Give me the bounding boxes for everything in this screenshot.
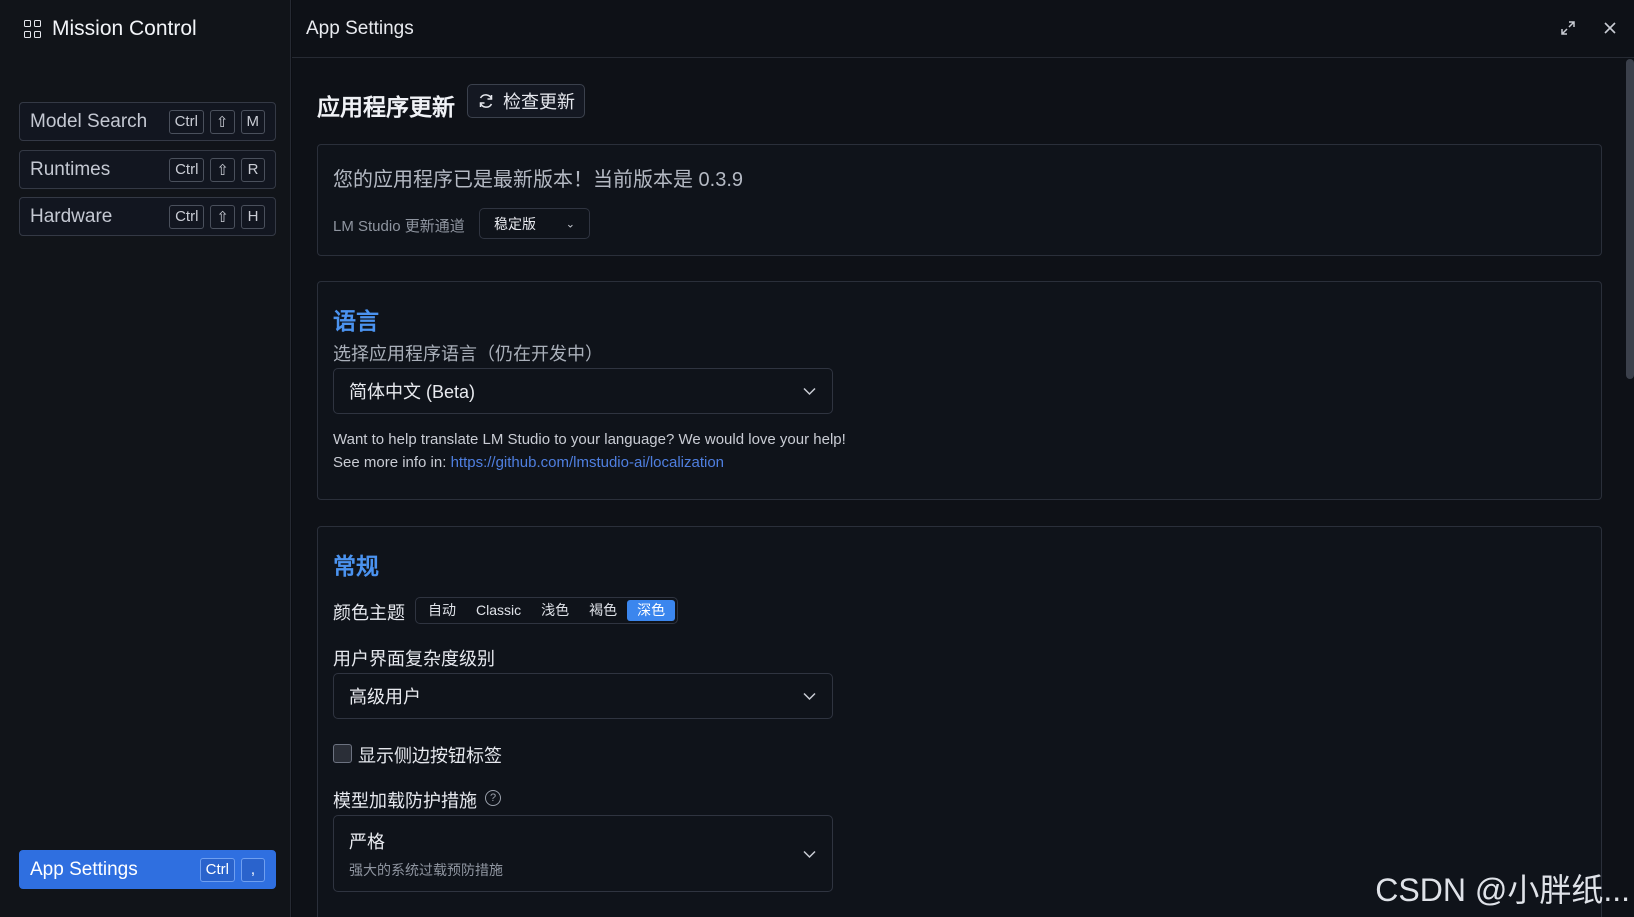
kbd-key: Ctrl — [168, 109, 204, 134]
kbd-key: Ctrl — [199, 857, 235, 882]
grid-icon — [24, 20, 42, 38]
check-update-label: 检查更新 — [503, 92, 575, 112]
translate-help-prefix-text: See more info in: — [333, 454, 451, 471]
translate-help-prefix: See more info in: https://github.com/lms… — [333, 454, 724, 471]
sidebar-item-hardware[interactable]: Hardware Ctrl ⇧ H — [19, 197, 276, 236]
refresh-icon — [479, 94, 493, 108]
language-select[interactable]: 简体中文 (Beta) — [333, 368, 833, 414]
update-status: 您的应用程序已是最新版本！当前版本是 0.3.9 — [333, 169, 744, 191]
chevron-down-icon — [803, 689, 816, 704]
kbd-key: , — [241, 857, 265, 882]
theme-option-sepia[interactable]: 褐色 — [579, 600, 627, 621]
translate-help-text: Want to help translate LM Studio to your… — [333, 431, 846, 448]
general-card: 常规 颜色主题 自动 Classic 浅色 褐色 深色 用户界面复杂度级别 高级… — [317, 526, 1602, 917]
kbd-key: H — [241, 204, 265, 229]
chevron-down-icon — [803, 384, 816, 399]
settings-panel: App Settings 应用程序更新 检查更新 您的应用程序已是最新版本！当前… — [292, 0, 1634, 917]
ui-level-select[interactable]: 高级用户 — [333, 673, 833, 719]
update-card: 您的应用程序已是最新版本！当前版本是 0.3.9 LM Studio 更新通道 … — [317, 144, 1602, 256]
guardrails-label: 模型加载防护措施 — [333, 791, 477, 811]
language-card: 语言 选择应用程序语言（仍在开发中） 简体中文 (Beta) Want to h… — [317, 281, 1602, 500]
sidebar-item-label: Model Search — [30, 110, 148, 132]
theme-option-dark[interactable]: 深色 — [627, 600, 676, 621]
expand-icon[interactable] — [1558, 18, 1578, 38]
chevron-down-icon — [803, 846, 816, 861]
sidebar-item-runtimes[interactable]: Runtimes Ctrl ⇧ R — [19, 150, 276, 189]
watermark: CSDN @小胖纸... — [1375, 872, 1630, 908]
guardrails-value: 严格 — [349, 831, 385, 852]
update-heading: 应用程序更新 — [317, 94, 455, 120]
kbd-key: M — [240, 109, 265, 134]
language-value: 简体中文 (Beta) — [349, 382, 476, 402]
theme-option-classic[interactable]: Classic — [466, 600, 531, 621]
ui-level-label: 用户界面复杂度级别 — [333, 649, 495, 669]
shortcut-keys: Ctrl , — [199, 857, 265, 882]
localization-link[interactable]: https://github.com/lmstudio-ai/localizat… — [451, 454, 724, 471]
scrollbar[interactable] — [1626, 59, 1634, 379]
language-heading: 语言 — [333, 308, 379, 334]
theme-option-light[interactable]: 浅色 — [531, 600, 579, 621]
general-heading: 常规 — [333, 553, 379, 579]
guardrails-select[interactable]: 严格 强大的系统过载预防措施 — [333, 815, 833, 892]
title-bar: App Settings — [292, 0, 1634, 58]
help-icon[interactable]: ? — [485, 790, 501, 806]
window-title: App Settings — [306, 17, 414, 39]
kbd-key: R — [241, 157, 265, 182]
sidebar-item-model-search[interactable]: Model Search Ctrl ⇧ M — [19, 102, 276, 141]
guardrails-desc: 强大的系统过载预防措施 — [349, 861, 503, 878]
sidebar-item-app-settings[interactable]: App Settings Ctrl , — [19, 850, 276, 889]
shortcut-keys: Ctrl ⇧ M — [168, 109, 265, 134]
brand: Mission Control — [24, 16, 197, 42]
theme-segmented-control: 自动 Classic 浅色 褐色 深色 — [415, 597, 679, 624]
sidebar-labels-label: 显示侧边按钮标签 — [358, 746, 502, 766]
shortcut-keys: Ctrl ⇧ H — [169, 204, 265, 229]
update-channel-value: 稳定版 — [494, 215, 536, 232]
update-channel-label: LM Studio 更新通道 — [333, 218, 465, 235]
kbd-key: ⇧ — [209, 109, 235, 134]
theme-label: 颜色主题 — [333, 603, 405, 623]
theme-option-auto[interactable]: 自动 — [418, 600, 466, 621]
shortcut-keys: Ctrl ⇧ R — [169, 157, 265, 182]
kbd-key: Ctrl — [169, 204, 205, 229]
window-buttons — [1558, 18, 1620, 38]
kbd-key: Ctrl — [169, 157, 205, 182]
sidebar-item-label: Hardware — [30, 205, 113, 227]
kbd-key: ⇧ — [210, 204, 235, 229]
sidebar: Mission Control Model Search Ctrl ⇧ M Ru… — [0, 0, 291, 917]
update-channel-select[interactable]: 稳定版 ⌄ — [479, 208, 590, 239]
check-update-button[interactable]: 检查更新 — [467, 84, 585, 118]
kbd-key: ⇧ — [210, 157, 235, 182]
brand-title: Mission Control — [52, 17, 197, 40]
ui-level-value: 高级用户 — [349, 687, 421, 707]
language-subtitle: 选择应用程序语言（仍在开发中） — [333, 344, 603, 364]
sidebar-item-label: App Settings — [30, 858, 138, 880]
sidebar-item-label: Runtimes — [30, 158, 111, 180]
close-icon[interactable] — [1600, 18, 1620, 38]
sidebar-labels-checkbox[interactable] — [333, 744, 352, 763]
chevron-down-icon: ⌄ — [565, 218, 575, 230]
